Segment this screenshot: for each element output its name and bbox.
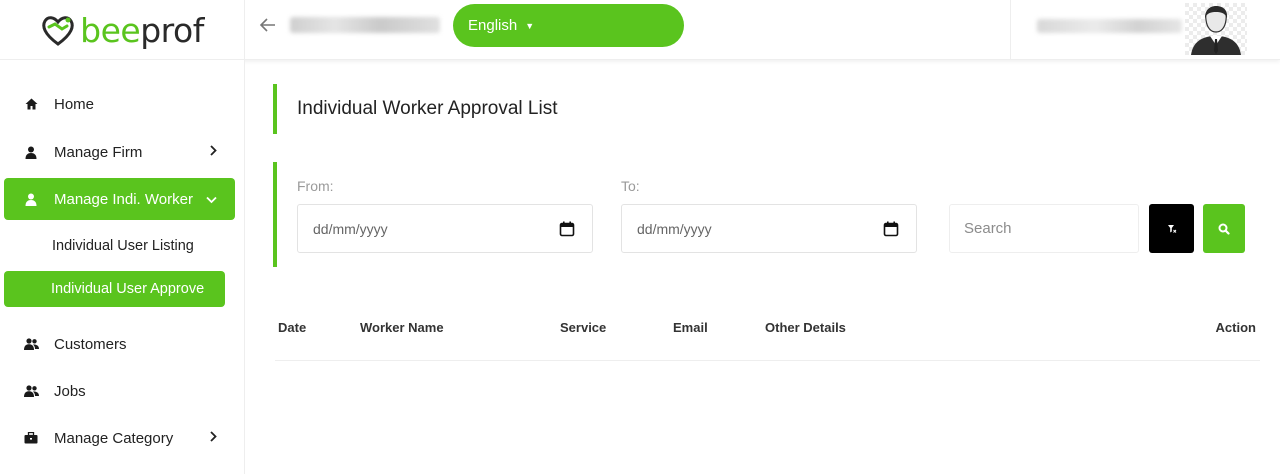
sidebar-subitem-label: Individual User Listing bbox=[52, 238, 194, 254]
logo-area: beeprof bbox=[0, 0, 245, 60]
calendar-icon[interactable] bbox=[559, 221, 575, 237]
back-arrow-icon[interactable] bbox=[258, 14, 278, 36]
brand-logo[interactable]: beeprof bbox=[40, 11, 204, 50]
sidebar-item-label: Manage Category bbox=[54, 429, 174, 447]
chevron-right-icon bbox=[209, 430, 217, 445]
from-date-value: dd/mm/yyyy bbox=[313, 220, 388, 237]
filter-bar: From: dd/mm/yyyy To: dd/mm/yyyy bbox=[273, 162, 1263, 267]
blurred-breadcrumb bbox=[290, 17, 440, 33]
sidebar-subitem-individual-user-listing[interactable]: Individual User Listing bbox=[4, 228, 225, 264]
brand-name-part1: bee bbox=[80, 10, 141, 50]
brand-name-part2: prof bbox=[140, 10, 204, 50]
sidebar-item-jobs[interactable]: Jobs bbox=[4, 371, 235, 411]
sidebar-subitem-individual-user-approve[interactable]: Individual User Approve bbox=[4, 271, 225, 307]
filter-button[interactable] bbox=[1149, 204, 1194, 253]
sidebar-item-customers[interactable]: Customers bbox=[4, 324, 235, 364]
sidebar-item-manage-firm[interactable]: Manage Firm bbox=[4, 132, 235, 172]
table-header: Date Worker Name Service Email Other Det… bbox=[275, 310, 1260, 361]
top-bar: beeprof English ▼ bbox=[0, 0, 1280, 60]
sidebar-item-label: Manage Firm bbox=[54, 143, 143, 161]
users-icon bbox=[22, 385, 40, 397]
search-input[interactable] bbox=[949, 204, 1139, 253]
blurred-username bbox=[1037, 19, 1182, 33]
column-header-service[interactable]: Service bbox=[560, 320, 606, 335]
column-header-action[interactable]: Action bbox=[1216, 320, 1256, 335]
search-icon bbox=[1218, 223, 1230, 235]
sidebar-item-home[interactable]: Home bbox=[4, 84, 235, 124]
chevron-right-icon bbox=[209, 144, 217, 159]
home-icon bbox=[22, 98, 40, 110]
language-label: English bbox=[468, 17, 518, 34]
chevron-down-icon bbox=[206, 192, 217, 207]
column-header-other-details[interactable]: Other Details bbox=[765, 320, 846, 335]
from-label: From: bbox=[297, 178, 334, 194]
user-icon bbox=[22, 193, 40, 206]
sidebar-item-label: Customers bbox=[54, 335, 127, 353]
handshake-icon bbox=[42, 16, 74, 46]
sidebar-item-manage-indi-worker[interactable]: Manage Indi. Worker bbox=[4, 178, 235, 220]
calendar-icon[interactable] bbox=[883, 221, 899, 237]
to-label: To: bbox=[621, 178, 640, 194]
user-menu[interactable] bbox=[1010, 0, 1280, 60]
search-button[interactable] bbox=[1203, 204, 1245, 253]
user-icon bbox=[22, 146, 40, 159]
column-header-worker-name[interactable]: Worker Name bbox=[360, 320, 444, 335]
caret-down-icon: ▼ bbox=[525, 20, 535, 31]
language-dropdown[interactable]: English ▼ bbox=[453, 4, 684, 47]
sidebar-item-label: Home bbox=[54, 95, 95, 113]
sidebar-subitem-label: Individual User Approve bbox=[51, 281, 205, 297]
to-date-input[interactable]: dd/mm/yyyy bbox=[621, 204, 917, 253]
sidebar-item-label: Jobs bbox=[54, 382, 86, 400]
from-date-input[interactable]: dd/mm/yyyy bbox=[297, 204, 593, 253]
sidebar: Home Manage Firm Manage Indi. Worker Ind… bbox=[0, 60, 245, 474]
avatar[interactable] bbox=[1185, 3, 1247, 55]
briefcase-icon bbox=[22, 432, 40, 444]
users-icon bbox=[22, 338, 40, 350]
sidebar-item-manage-category[interactable]: Manage Category bbox=[4, 418, 235, 458]
sidebar-item-label: Manage Indi. Worker bbox=[54, 190, 193, 208]
brand-name: beeprof bbox=[80, 11, 204, 50]
filter-icon bbox=[1167, 224, 1176, 233]
page-title-block: Individual Worker Approval List bbox=[273, 84, 558, 134]
to-date-value: dd/mm/yyyy bbox=[637, 220, 712, 237]
page-title: Individual Worker Approval List bbox=[297, 98, 558, 119]
column-header-date[interactable]: Date bbox=[278, 320, 306, 335]
column-header-email[interactable]: Email bbox=[673, 320, 708, 335]
